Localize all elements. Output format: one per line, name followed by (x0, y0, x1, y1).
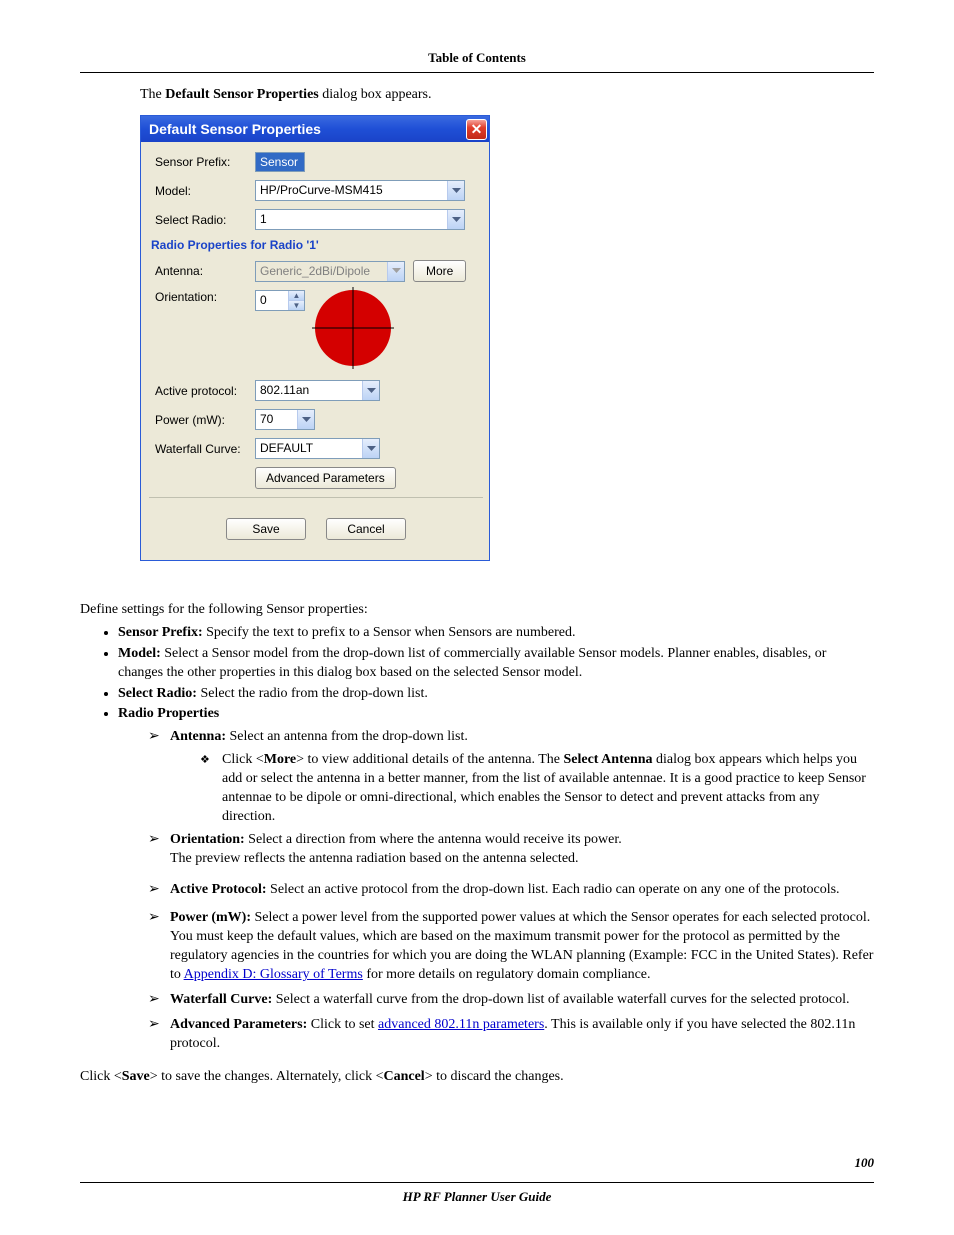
list-item: Antenna: Select an antenna from the drop… (148, 728, 874, 826)
list-item: Orientation: Select a direction from whe… (148, 831, 874, 869)
antenna-select[interactable]: Generic_2dBi/Dipole (255, 261, 405, 282)
default-sensor-properties-dialog: Default Sensor Properties ✕ Sensor Prefi… (140, 115, 490, 561)
text: Click < (80, 1069, 122, 1084)
sub-text: Select a direction from where the antenn… (245, 832, 622, 847)
dialog-title: Default Sensor Properties (149, 121, 321, 137)
sub-label: Advanced Parameters: (170, 1017, 307, 1032)
text-bold: Save (122, 1069, 150, 1084)
list-item: Active Protocol: Select an active protoc… (148, 881, 874, 900)
antenna-label: Antenna: (155, 264, 255, 278)
footer-rule (80, 1182, 874, 1183)
chevron-down-icon (387, 262, 404, 281)
header-title: Table of Contents (80, 50, 874, 66)
sensor-prefix-label: Sensor Prefix: (155, 155, 255, 169)
intro-suffix: dialog box appears. (319, 87, 432, 102)
waterfall-value: DEFAULT (256, 439, 362, 458)
bullet-text: Select a Sensor model from the drop-down… (118, 646, 826, 680)
list-item: Power (mW): Select a power level from th… (148, 909, 874, 985)
intro-bold: Default Sensor Properties (165, 87, 318, 102)
sub-text: The preview reflects the antenna radiati… (170, 851, 579, 866)
model-select[interactable]: HP/ProCurve-MSM415 (255, 180, 465, 201)
power-value: 70 (256, 410, 297, 429)
bullet-label: Radio Properties (118, 706, 219, 721)
list-item: Sensor Prefix: Specify the text to prefi… (118, 624, 874, 643)
waterfall-label: Waterfall Curve: (155, 442, 255, 456)
page-number: 100 (855, 1155, 875, 1171)
list-item: Advanced Parameters: Click to set advanc… (148, 1016, 874, 1054)
select-radio-label: Select Radio: (155, 213, 255, 227)
text-bold: More (264, 752, 296, 767)
appendix-d-link[interactable]: Appendix D: Glossary of Terms (184, 967, 363, 982)
sub-label: Orientation: (170, 832, 245, 847)
text: Click < (222, 752, 264, 767)
sub-text: Select an active protocol from the drop-… (267, 882, 840, 897)
active-protocol-value: 802.11an (256, 381, 362, 400)
bullet-label: Sensor Prefix: (118, 625, 203, 640)
footer-title: HP RF Planner User Guide (80, 1189, 874, 1205)
advanced-80211n-link[interactable]: advanced 802.11n parameters (378, 1017, 544, 1032)
bullet-text: Specify the text to prefix to a Sensor w… (203, 625, 576, 640)
sub-text: Select a waterfall curve from the drop-d… (272, 992, 849, 1007)
chevron-down-icon (447, 210, 464, 229)
antenna-radiation-preview (315, 290, 391, 366)
list-item: Radio Properties Antenna: Select an ante… (118, 705, 874, 1053)
active-protocol-label: Active protocol: (155, 384, 255, 398)
antenna-value: Generic_2dBi/Dipole (256, 262, 387, 281)
text: > to save the changes. Alternately, clic… (150, 1069, 384, 1084)
sub-label: Power (mW): (170, 910, 251, 925)
list-item: Model: Select a Sensor model from the dr… (118, 645, 874, 683)
select-radio-select[interactable]: 1 (255, 209, 465, 230)
sub-label: Waterfall Curve: (170, 992, 272, 1007)
radio-properties-group-label: Radio Properties for Radio '1' (151, 238, 477, 252)
sub-text: Click to set (307, 1017, 378, 1032)
chevron-down-icon (362, 381, 379, 400)
text: > to view additional details of the ante… (296, 752, 563, 767)
spinner-up-icon[interactable]: ▲ (288, 291, 304, 301)
close-icon: ✕ (471, 121, 483, 138)
chevron-down-icon (297, 410, 314, 429)
intro-prefix: The (140, 87, 165, 102)
more-button[interactable]: More (413, 260, 466, 282)
save-cancel-line: Click <Save> to save the changes. Altern… (80, 1068, 874, 1087)
chevron-down-icon (362, 439, 379, 458)
list-item: Select Radio: Select the radio from the … (118, 685, 874, 704)
bullet-label: Select Radio: (118, 686, 197, 701)
text-bold: Cancel (383, 1069, 424, 1084)
divider (149, 497, 483, 498)
list-item: Click <More> to view additional details … (200, 751, 874, 827)
intro-line: The Default Sensor Properties dialog box… (140, 87, 874, 103)
close-button[interactable]: ✕ (466, 119, 487, 140)
spinner-down-icon[interactable]: ▼ (288, 301, 304, 310)
dialog-titlebar: Default Sensor Properties ✕ (141, 116, 489, 142)
orientation-value: 0 (256, 291, 288, 310)
sensor-prefix-input[interactable] (255, 152, 305, 172)
list-item: Waterfall Curve: Select a waterfall curv… (148, 991, 874, 1010)
sub-label: Active Protocol: (170, 882, 267, 897)
text: > to discard the changes. (425, 1069, 564, 1084)
select-radio-value: 1 (256, 210, 447, 229)
orientation-stepper[interactable]: 0 ▲ ▼ (255, 290, 305, 311)
bullet-text: Select the radio from the drop-down list… (197, 686, 428, 701)
power-select[interactable]: 70 (255, 409, 315, 430)
orientation-label: Orientation: (155, 290, 255, 304)
define-settings-line: Define settings for the following Sensor… (80, 601, 874, 620)
chevron-down-icon (447, 181, 464, 200)
bullet-label: Model: (118, 646, 161, 661)
model-value: HP/ProCurve-MSM415 (256, 181, 447, 200)
active-protocol-select[interactable]: 802.11an (255, 380, 380, 401)
text-bold: Select Antenna (563, 752, 652, 767)
sub-text: Select an antenna from the drop-down lis… (226, 729, 468, 744)
header-rule (80, 72, 874, 73)
waterfall-select[interactable]: DEFAULT (255, 438, 380, 459)
save-button[interactable]: Save (226, 518, 306, 540)
power-label: Power (mW): (155, 413, 255, 427)
advanced-parameters-button[interactable]: Advanced Parameters (255, 467, 396, 489)
cancel-button[interactable]: Cancel (326, 518, 406, 540)
sub-text: for more details on regulatory domain co… (363, 967, 651, 982)
model-label: Model: (155, 184, 255, 198)
sub-label: Antenna: (170, 729, 226, 744)
